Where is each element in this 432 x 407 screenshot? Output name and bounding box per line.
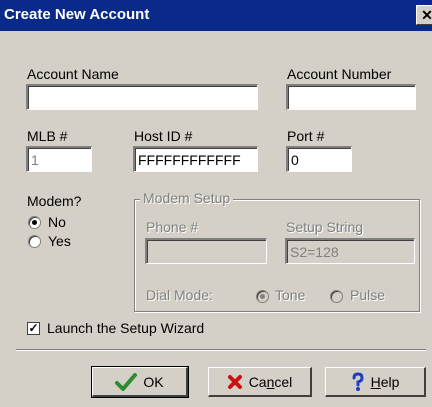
launch-wizard-label: Launch the Setup Wizard	[47, 320, 205, 336]
x-icon	[227, 374, 243, 390]
window-title: Create New Account	[4, 6, 150, 23]
ok-button[interactable]: OK	[91, 366, 189, 398]
modem-no-label: No	[48, 214, 66, 230]
mlb-input[interactable]	[26, 146, 92, 172]
pulse-radio[interactable]	[330, 290, 343, 303]
cancel-label: Cancel	[248, 373, 293, 390]
pulse-label: Pulse	[350, 287, 386, 303]
help-label: Help	[370, 373, 400, 390]
separator	[16, 349, 426, 351]
phone-label: Phone #	[146, 219, 199, 235]
account-number-input[interactable]	[286, 84, 416, 110]
close-icon: ✕	[421, 7, 432, 23]
dial-mode-label: Dial Mode:	[146, 287, 213, 303]
modem-no-radio[interactable]	[28, 216, 41, 229]
setup-string-input[interactable]	[285, 238, 415, 264]
port-input[interactable]	[286, 146, 352, 172]
setup-string-label: Setup String	[286, 219, 364, 235]
account-number-label: Account Number	[287, 66, 392, 82]
title-bar: Create New Account ✕	[0, 0, 432, 31]
modem-yes-radio[interactable]	[28, 235, 41, 248]
modem-label: Modem?	[27, 193, 82, 209]
phone-input[interactable]	[145, 238, 267, 264]
help-button[interactable]: Help	[325, 367, 426, 397]
question-icon	[351, 371, 365, 392]
modem-setup-title: Modem Setup	[140, 190, 234, 206]
tone-label: Tone	[275, 287, 306, 303]
check-icon	[115, 372, 138, 391]
account-name-label: Account Name	[27, 66, 119, 82]
modem-yes-label: Yes	[48, 233, 71, 249]
launch-wizard-checkbox[interactable]: ✓	[27, 322, 40, 335]
ok-label: OK	[143, 373, 164, 390]
account-name-input[interactable]	[26, 84, 258, 110]
host-id-input[interactable]	[133, 146, 258, 172]
tone-radio[interactable]	[256, 290, 269, 303]
host-id-label: Host ID #	[134, 128, 193, 144]
close-button[interactable]: ✕	[416, 5, 432, 25]
cancel-button[interactable]: Cancel	[208, 367, 312, 397]
port-label: Port #	[287, 128, 325, 144]
mlb-label: MLB #	[27, 128, 68, 144]
check-icon: ✓	[28, 321, 39, 335]
